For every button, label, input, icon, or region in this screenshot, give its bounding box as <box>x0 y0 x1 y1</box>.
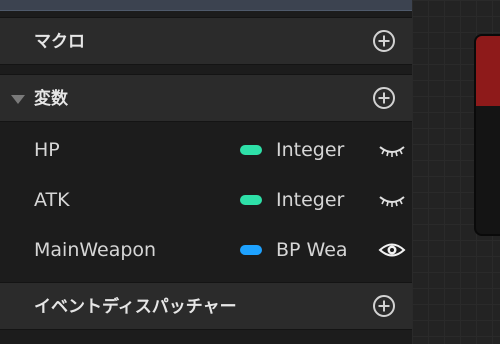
variable-type[interactable]: BP Wea <box>276 225 362 275</box>
add-variable-button[interactable] <box>373 87 395 109</box>
my-blueprint-panel: マクロ 変数 HP Integer ATK Integer MainWeapon… <box>0 0 412 344</box>
collapse-arrow-icon[interactable] <box>11 95 25 104</box>
eye-closed-icon[interactable] <box>378 188 406 212</box>
variable-type[interactable]: Integer <box>276 175 362 225</box>
section-label-macros: マクロ <box>34 32 85 52</box>
section-header-macros[interactable]: マクロ <box>0 17 412 65</box>
section-label-variables: 変数 <box>34 89 68 109</box>
section-header-variables[interactable]: 変数 <box>0 74 412 122</box>
variable-name: MainWeapon <box>34 239 157 261</box>
variable-row-atk[interactable]: ATK Integer <box>0 175 412 225</box>
type-color-pill <box>240 195 262 205</box>
variable-row-hp[interactable]: HP Integer <box>0 125 412 175</box>
section-label-event-dispatchers: イベントディスパッチャー <box>34 297 237 317</box>
variable-name: HP <box>34 139 60 161</box>
variable-type[interactable]: Integer <box>276 125 362 175</box>
eye-closed-icon[interactable] <box>378 138 406 162</box>
add-macro-button[interactable] <box>373 30 395 52</box>
type-color-pill <box>240 145 262 155</box>
variable-name: ATK <box>34 189 70 211</box>
selected-row-strip[interactable] <box>0 0 412 11</box>
add-event-dispatcher-button[interactable] <box>373 295 395 317</box>
graph-event-node[interactable] <box>474 34 500 236</box>
eye-open-icon[interactable] <box>378 238 406 262</box>
type-color-pill <box>240 245 262 255</box>
section-header-event-dispatchers[interactable]: イベントディスパッチャー <box>0 282 412 330</box>
variable-row-mainweapon[interactable]: MainWeapon BP Wea <box>0 225 412 275</box>
graph-node-header <box>476 36 500 106</box>
